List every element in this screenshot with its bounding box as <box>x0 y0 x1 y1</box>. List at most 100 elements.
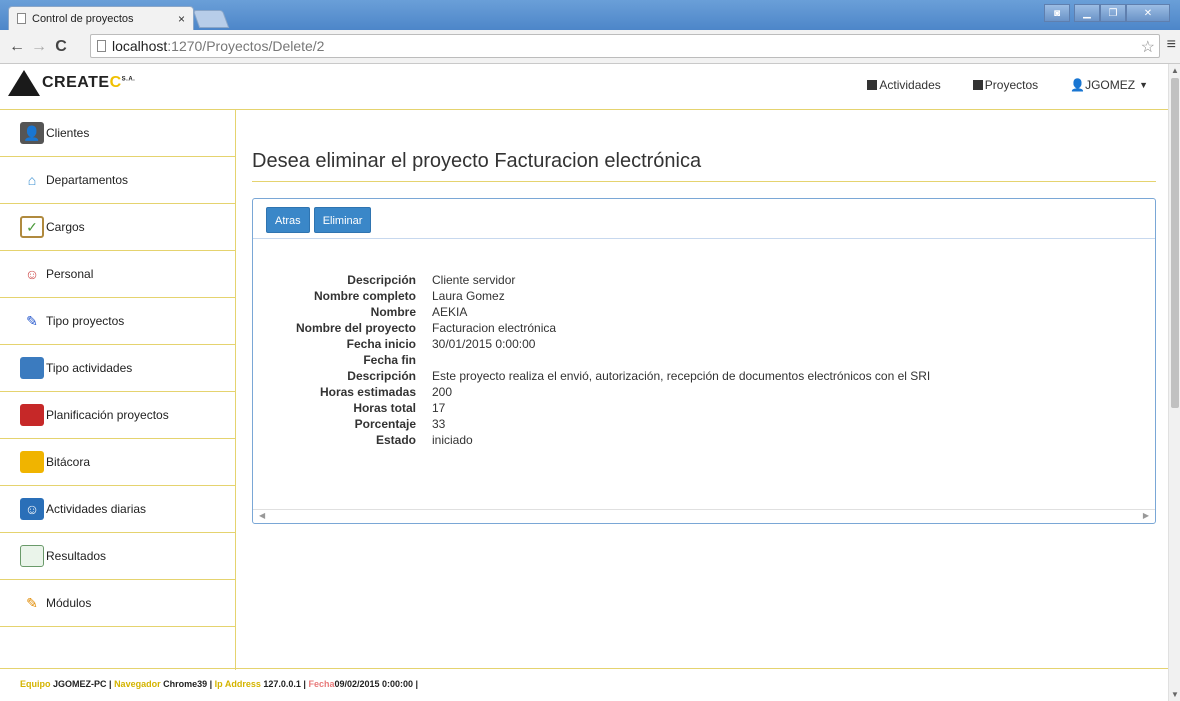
detail-row: Descripción Cliente servidor <box>253 273 1153 289</box>
new-tab-button[interactable] <box>192 10 230 28</box>
detail-row: Porcentaje 33 <box>253 417 1153 433</box>
detail-label: Horas total <box>353 401 416 415</box>
detail-value: 30/01/2015 0:00:00 <box>432 337 536 351</box>
footer-fecha-label: Fecha <box>308 679 335 689</box>
sidebar-item-label: Tipo actividades <box>46 361 133 375</box>
main-content: Desea eliminar el proyecto Facturacion e… <box>252 110 1156 524</box>
detail-label: Porcentaje <box>354 417 416 431</box>
back-icon[interactable]: ← <box>6 38 28 56</box>
sidebar-item-tipo-proyectos[interactable]: ✎ Tipo proyectos <box>0 298 235 345</box>
folder-icon <box>20 451 44 473</box>
spreadsheet-icon <box>20 545 44 567</box>
top-navbar: CREATECS.A. Actividades Proyectos 👤 JGOME… <box>0 64 1168 110</box>
forward-icon[interactable]: → <box>28 38 50 56</box>
detail-label: Nombre completo <box>313 289 416 303</box>
detail-value: Este proyecto realiza el envió, autoriza… <box>432 369 931 383</box>
window-controls: ◙ ▁ ❐ ✕ <box>1044 4 1170 22</box>
sidebar-item-personal[interactable]: ☺ Personal <box>0 251 235 298</box>
detail-value: iniciado <box>432 433 473 447</box>
footer-equipo-value: JGOMEZ-PC | <box>53 679 112 689</box>
sidebar-item-departamentos[interactable]: ⌂ Departamentos <box>0 157 235 204</box>
scroll-thumb[interactable] <box>1171 78 1179 408</box>
detail-label: Fecha inicio <box>346 337 416 351</box>
detail-row: Horas total 17 <box>253 401 1153 417</box>
folder-nav-icon <box>972 80 983 90</box>
delete-panel: Atras Eliminar Descripción Cliente servid… <box>252 198 1156 524</box>
logo[interactable]: CREATECS.A. <box>8 70 135 96</box>
restore-icon[interactable]: ❐ <box>1100 4 1126 22</box>
minimize-icon[interactable]: ▁ <box>1074 4 1100 22</box>
logo-triangle-icon <box>8 70 40 96</box>
footer-ip-value: 127.0.0.1 | <box>263 679 306 689</box>
sidebar-item-label: Actividades diarias <box>46 502 147 516</box>
logo-main-text: CREATE <box>42 74 110 91</box>
detail-label: Estado <box>375 433 416 447</box>
user-icon: 👤 <box>1070 78 1086 92</box>
sidebar-item-tipo-actividades[interactable]: Tipo actividades <box>0 345 235 392</box>
people-icon: ☺ <box>24 266 40 282</box>
detail-row: Fecha inicio 30/01/2015 0:00:00 <box>253 337 1153 353</box>
tab-close-icon[interactable]: × <box>178 12 185 26</box>
sidebar: 👤 Clientes ⌂ Departamentos ✓ Cargos ☺ Person… <box>0 110 236 670</box>
user-menu[interactable]: 👤 JGOMEZ ▼ <box>1070 78 1148 92</box>
footer-equipo-label: Equipo <box>20 679 51 689</box>
sidebar-item-label: Tipo proyectos <box>46 314 125 328</box>
scroll-right-icon[interactable]: ▶ <box>1143 511 1149 520</box>
scroll-left-icon[interactable]: ◀ <box>259 511 265 520</box>
reload-icon[interactable]: C <box>50 38 72 56</box>
comment-icon <box>867 80 878 90</box>
footer-navegador-label: Navegador <box>114 679 161 689</box>
url-host: localhost <box>112 38 168 54</box>
detail-row: Fecha fin <box>253 353 1153 369</box>
caret-down-icon: ▼ <box>1139 80 1148 90</box>
detail-value: 200 <box>432 385 453 399</box>
footer-navegador-value: Chrome39 | <box>163 679 213 689</box>
horizontal-scrollbar[interactable]: ◀ ▶ <box>253 509 1155 523</box>
sidebar-item-bitacora[interactable]: Bitácora <box>0 439 235 486</box>
detail-value: 17 <box>432 401 446 415</box>
vertical-scrollbar[interactable]: ▲ ▼ <box>1168 64 1180 701</box>
detail-row: Descripción Este proyecto realiza el envi… <box>253 369 1153 385</box>
detail-value: Laura Gomez <box>432 289 505 303</box>
page-icon <box>17 13 26 24</box>
back-button[interactable]: Atras <box>266 207 310 233</box>
nav-proyectos[interactable]: Proyectos <box>972 78 1039 92</box>
scroll-down-icon[interactable]: ▼ <box>1171 690 1179 699</box>
sidebar-item-clientes[interactable]: 👤 Clientes <box>0 110 235 157</box>
detail-value: Cliente servidor <box>432 273 516 287</box>
client-icon: 👤 <box>20 122 44 144</box>
details-list: Descripción Cliente servidor Nombre compl… <box>253 273 1153 449</box>
scroll-up-icon[interactable]: ▲ <box>1171 66 1179 75</box>
sidebar-item-actividades-diarias[interactable]: ☺ Actividades diarias <box>0 486 235 533</box>
detail-value: Facturacion electrónica <box>432 321 557 335</box>
detail-label: Horas estimadas <box>319 385 416 399</box>
sidebar-item-modulos[interactable]: ✎ Módulos <box>0 580 235 627</box>
detail-label: Descripción <box>347 369 416 383</box>
detail-row: Estado iniciado <box>253 433 1153 449</box>
menu-icon[interactable]: ≡ <box>1167 36 1176 54</box>
detail-label: Fecha fin <box>363 353 416 367</box>
page-viewport: CREATECS.A. Actividades Proyectos 👤 JGOME… <box>0 64 1168 701</box>
close-window-icon[interactable]: ✕ <box>1126 4 1170 22</box>
sidebar-item-label: Cargos <box>46 220 85 234</box>
browser-tab[interactable]: Control de proyectos × <box>8 6 194 30</box>
user-menu-label: JGOMEZ <box>1085 78 1136 92</box>
detail-row: Nombre AEKIA <box>253 305 1153 321</box>
footer-fecha-value: 09/02/2015 0:00:00 | <box>334 679 419 689</box>
url-input[interactable]: localhost:1270/Proyectos/Delete/2 ☆ <box>90 34 1160 58</box>
nav-actividades[interactable]: Actividades <box>867 78 941 92</box>
detail-label: Nombre <box>370 305 416 319</box>
sidebar-item-cargos[interactable]: ✓ Cargos <box>0 204 235 251</box>
clipboard-icon: ✓ <box>20 216 44 238</box>
sidebar-item-resultados[interactable]: Resultados <box>0 533 235 580</box>
user-icon[interactable]: ◙ <box>1044 4 1070 22</box>
toolbox-icon <box>20 404 44 426</box>
sidebar-item-label: Resultados <box>46 549 107 563</box>
sidebar-item-planificacion[interactable]: Planificación proyectos <box>0 392 235 439</box>
browser-titlebar: Control de proyectos × ◙ ▁ ❐ ✕ <box>0 0 1180 30</box>
nav-proyectos-label: Proyectos <box>984 78 1039 92</box>
detail-value: AEKIA <box>432 305 468 319</box>
detail-row: Nombre del proyecto Facturacion electróni… <box>253 321 1153 337</box>
bookmark-star-icon[interactable]: ☆ <box>1141 37 1155 57</box>
delete-button[interactable]: Eliminar <box>313 207 372 233</box>
